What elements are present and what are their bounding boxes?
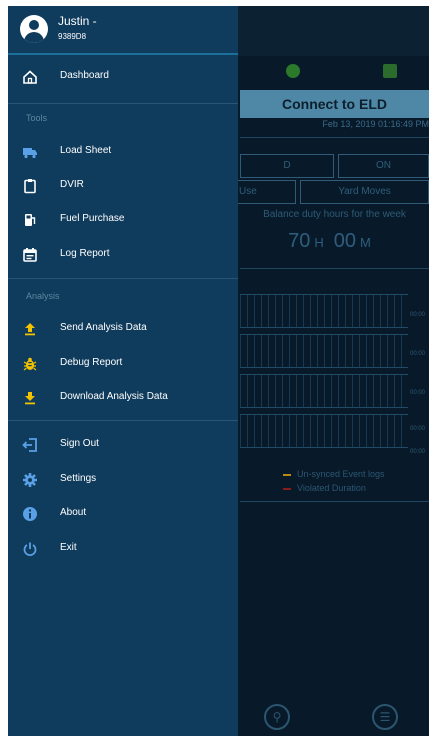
- menu-item-label: About: [60, 507, 87, 518]
- minutes-unit: M: [360, 235, 371, 250]
- minutes-value: 00: [333, 230, 357, 252]
- hours-value: 70: [288, 230, 311, 252]
- divider: [8, 278, 238, 279]
- menu-item-label: Settings: [60, 473, 97, 484]
- calendar-icon: [23, 248, 37, 262]
- menu-item-label: Fuel Purchase: [60, 213, 125, 224]
- current-date: Feb 13, 2019 01:16:49 PM: [322, 119, 429, 129]
- menu-item-fuel-purchase[interactable]: Fuel Purchase: [8, 203, 238, 237]
- menu-item-label: Dashboard: [60, 70, 109, 81]
- info-icon: [23, 507, 37, 521]
- divider: [240, 137, 429, 138]
- connect-eld-button[interactable]: Connect to ELD: [240, 90, 429, 118]
- status-button-driving[interactable]: D: [240, 154, 334, 178]
- yard-moves-button[interactable]: Yard Moves: [300, 180, 429, 204]
- menu-item-log-report[interactable]: Log Report: [8, 238, 238, 272]
- battery-status-icon: [383, 64, 397, 78]
- menu-item-sign-out[interactable]: Sign Out: [8, 428, 238, 462]
- gear-icon: [23, 473, 37, 487]
- menu-item-label: Exit: [60, 542, 77, 553]
- graph-total-label: 00:00: [410, 351, 426, 357]
- graph-total-label: 00:00: [410, 390, 426, 396]
- hours-unit: H: [314, 235, 324, 250]
- gps-status-icon: [286, 64, 300, 78]
- avatar: [20, 15, 48, 43]
- legend-unsynced-label: Un-synced Event logs: [297, 469, 385, 479]
- fuel-pump-icon: [25, 214, 36, 226]
- menu-item-settings[interactable]: Settings: [8, 463, 238, 497]
- graph-row: [240, 294, 408, 328]
- search-icon[interactable]: ⚲: [264, 704, 290, 730]
- list-icon[interactable]: ☰: [372, 704, 398, 730]
- avatar-body: [24, 32, 44, 43]
- power-icon: [23, 542, 37, 556]
- menu-item-label: DVIR: [60, 179, 84, 190]
- divider: [240, 268, 429, 269]
- divider: [240, 501, 429, 502]
- balance-label: Balance duty hours for the week: [263, 209, 406, 220]
- divider: [8, 420, 238, 421]
- menu-item-label: Log Report: [60, 248, 110, 259]
- user-id: 9389D8: [58, 32, 87, 41]
- personal-use-button[interactable]: Use: [232, 180, 296, 204]
- legend-violated-label: Violated Duration: [297, 483, 366, 493]
- divider: [8, 103, 238, 104]
- balance-hours: 70 H 00 M: [240, 230, 429, 253]
- menu-item-label: Sign Out: [60, 438, 99, 449]
- sign-out-icon: [22, 438, 37, 452]
- bug-icon: [23, 357, 37, 371]
- truck-icon: [23, 148, 37, 159]
- upload-icon: [25, 323, 35, 336]
- legend-violated: Violated Duration: [283, 483, 366, 493]
- graph-row: [240, 374, 408, 408]
- graph-row: [240, 334, 408, 368]
- download-icon: [25, 392, 35, 405]
- section-title-tools: Tools: [26, 113, 48, 123]
- menu-item-label: Load Sheet: [60, 145, 112, 156]
- graph-total-label: 00:00: [410, 426, 426, 432]
- drawer-header: Justin - 9389D8: [8, 6, 238, 55]
- section-title-analysis: Analysis: [26, 291, 60, 301]
- menu-item-download-analysis-data[interactable]: Download Analysis Data: [8, 381, 238, 415]
- menu-item-label: Download Analysis Data: [60, 391, 168, 402]
- menu-item-label: Send Analysis Data: [60, 322, 147, 333]
- graph-row: [240, 414, 408, 448]
- menu-item-dashboard[interactable]: Dashboard: [8, 60, 238, 94]
- menu-item-send-analysis-data[interactable]: Send Analysis Data: [8, 312, 238, 346]
- legend-unsynced: Un-synced Event logs: [283, 469, 385, 479]
- menu-item-about[interactable]: About: [8, 497, 238, 531]
- navigation-drawer: Justin - 9389D8 Dashboard Tools Load She…: [8, 6, 238, 736]
- status-button-on[interactable]: ON: [338, 154, 429, 178]
- clipboard-icon: [24, 179, 36, 194]
- graph-total-label: 00:00: [410, 449, 426, 455]
- menu-item-exit[interactable]: Exit: [8, 532, 238, 566]
- home-icon: [23, 70, 37, 84]
- user-name: Justin -: [58, 14, 97, 28]
- graph-total-label: 00:00: [410, 312, 426, 318]
- legend-swatch: [283, 473, 291, 476]
- menu-item-dvir[interactable]: DVIR: [8, 169, 238, 203]
- menu-item-label: Debug Report: [60, 357, 123, 368]
- menu-item-debug-report[interactable]: Debug Report: [8, 347, 238, 381]
- avatar-head: [29, 20, 39, 30]
- duty-log-graph: [240, 294, 408, 454]
- legend-swatch: [283, 487, 291, 490]
- menu-item-load-sheet[interactable]: Load Sheet: [8, 135, 238, 169]
